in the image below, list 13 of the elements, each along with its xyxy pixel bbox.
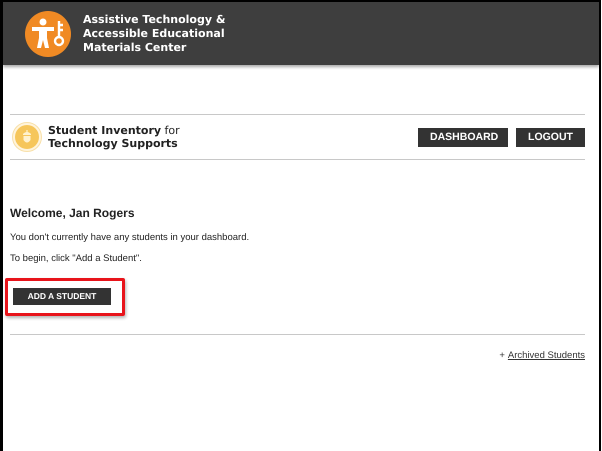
- nav-button[interactable]: DASHBOARD: [418, 128, 508, 146]
- nav-button[interactable]: LOGOUT: [516, 128, 585, 146]
- message-text: To begin, click "Add a Student".: [10, 253, 143, 264]
- app-title: Student Inventory for: [48, 124, 180, 137]
- organization-name: Assistive Technology & Accessible Educational Materials Center: [83, 12, 226, 54]
- archived-students-link[interactable]: Archived Students: [508, 350, 585, 360]
- plus-sign: +: [499, 350, 505, 360]
- accessibility-key-logo-icon: [25, 10, 71, 56]
- add-student-button[interactable]: ADD A STUDENT: [13, 288, 111, 304]
- acorn-logo-icon: [12, 122, 42, 152]
- app-subtitle: Technology Supports: [48, 137, 179, 150]
- message-text: You don't currently have any students in your dashboard.: [10, 232, 250, 243]
- welcome-heading: Welcome, Jan Rogers: [10, 206, 136, 220]
